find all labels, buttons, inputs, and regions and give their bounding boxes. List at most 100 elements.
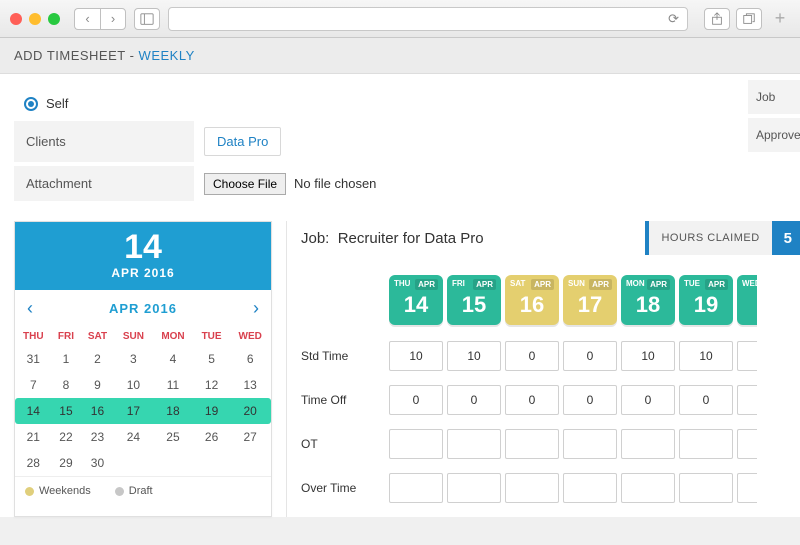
back-button[interactable]: ‹ [74,8,100,30]
tabs-button[interactable] [736,8,762,30]
day-tile[interactable]: THUAPR14 [389,275,443,325]
calendar-day[interactable]: 6 [229,346,271,372]
timesheet-cell[interactable] [505,473,559,503]
timesheet-cell[interactable] [737,429,757,459]
day-tile-num: 15 [452,292,496,318]
title-prefix: ADD TIMESHEET - [14,48,139,63]
timesheet-cell[interactable]: 0 [505,341,559,371]
calendar-day[interactable]: 2 [80,346,114,372]
calendar-day[interactable]: 19 [194,398,230,424]
calendar-day[interactable]: 11 [152,372,194,398]
timesheet-cell[interactable] [447,429,501,459]
title-mode[interactable]: WEEKLY [139,48,195,63]
calendar-next-button[interactable]: › [253,298,259,319]
calendar-day[interactable]: 3 [115,346,153,372]
minimize-window-icon[interactable] [29,13,41,25]
share-button[interactable] [704,8,730,30]
calendar-day[interactable]: 23 [80,424,114,450]
timesheet-cell[interactable] [447,473,501,503]
side-tab-job[interactable]: Job [748,80,800,114]
calendar-day[interactable]: 15 [52,398,81,424]
calendar-dow: THU [15,327,52,346]
timesheet-cell[interactable] [679,473,733,503]
timesheet-cell[interactable] [737,341,757,371]
calendar-day[interactable]: 1 [52,346,81,372]
reload-icon[interactable]: ⟳ [668,11,679,27]
calendar-day[interactable]: 26 [194,424,230,450]
timesheet-cell[interactable]: 10 [679,341,733,371]
timesheet-cell[interactable] [563,473,617,503]
calendar-day[interactable]: 9 [80,372,114,398]
calendar-day[interactable]: 20 [229,398,271,424]
timesheet-cell[interactable]: 0 [447,385,501,415]
calendar-dow: SUN [115,327,153,346]
side-tab-approve[interactable]: Approve [748,118,800,152]
day-tile-month: APR [705,279,728,290]
day-tile[interactable]: SATAPR16 [505,275,559,325]
calendar-day[interactable]: 24 [115,424,153,450]
calendar-day[interactable]: 5 [194,346,230,372]
day-tile[interactable]: FRIAPR15 [447,275,501,325]
timesheet-cell[interactable] [621,473,675,503]
timesheet-cell[interactable] [737,385,757,415]
timesheet-row: Over Time [301,473,800,503]
timesheet-cell[interactable] [389,429,443,459]
timesheet-cell[interactable]: 0 [389,385,443,415]
day-tile[interactable]: WEDAPR2 [737,275,757,325]
timesheet-cell[interactable]: 0 [563,385,617,415]
calendar-day[interactable]: 13 [229,372,271,398]
calendar-day[interactable]: 16 [80,398,114,424]
calendar-day[interactable]: 30 [80,450,114,476]
timesheet-cell[interactable] [737,473,757,503]
calendar-day[interactable]: 18 [152,398,194,424]
timesheet-cell[interactable] [621,429,675,459]
choose-file-button[interactable]: Choose File [204,173,286,195]
calendar-day[interactable]: 7 [15,372,52,398]
day-tile[interactable]: MONAPR18 [621,275,675,325]
day-tile-dow: WED [742,279,752,288]
address-bar[interactable]: ⟳ [168,7,688,31]
calendar-day[interactable]: 17 [115,398,153,424]
clients-label: Clients [14,121,194,162]
day-tile[interactable]: SUNAPR17 [563,275,617,325]
timesheet-cell[interactable] [563,429,617,459]
timesheet-cell[interactable]: 10 [621,341,675,371]
timesheet-cell[interactable]: 0 [679,385,733,415]
sidebar-toggle-button[interactable] [134,8,160,30]
calendar-day[interactable]: 21 [15,424,52,450]
calendar-day[interactable]: 31 [15,346,52,372]
calendar-prev-button[interactable]: ‹ [27,298,33,319]
day-tile-num: 16 [510,292,554,318]
forward-button[interactable]: › [100,8,126,30]
calendar-day[interactable]: 27 [229,424,271,450]
calendar-day[interactable]: 4 [152,346,194,372]
self-radio[interactable] [24,97,38,111]
timesheet-cell[interactable]: 0 [505,385,559,415]
timesheet-cell[interactable]: 10 [447,341,501,371]
maximize-window-icon[interactable] [48,13,60,25]
day-tile[interactable]: TUEAPR19 [679,275,733,325]
timesheet-panel: Job: Recruiter for Data Pro HOURS CLAIME… [286,221,800,517]
page-title-bar: ADD TIMESHEET - WEEKLY [0,38,800,74]
calendar-day[interactable]: 25 [152,424,194,450]
self-radio-label: Self [46,96,68,111]
close-window-icon[interactable] [10,13,22,25]
job-label: Job: [301,230,329,247]
timesheet-row-label: OT [301,437,389,451]
timesheet-cell[interactable] [679,429,733,459]
calendar-day [115,450,153,476]
new-tab-button[interactable]: + [770,8,790,29]
timesheet-cell[interactable] [505,429,559,459]
timesheet-cell[interactable] [389,473,443,503]
calendar-day[interactable]: 28 [15,450,52,476]
calendar-day[interactable]: 29 [52,450,81,476]
timesheet-cell[interactable]: 0 [563,341,617,371]
calendar-day[interactable]: 14 [15,398,52,424]
calendar-day[interactable]: 8 [52,372,81,398]
calendar-day[interactable]: 10 [115,372,153,398]
timesheet-cell[interactable]: 10 [389,341,443,371]
timesheet-cell[interactable]: 0 [621,385,675,415]
calendar-day[interactable]: 22 [52,424,81,450]
calendar-day[interactable]: 12 [194,372,230,398]
client-chip[interactable]: Data Pro [204,127,281,156]
